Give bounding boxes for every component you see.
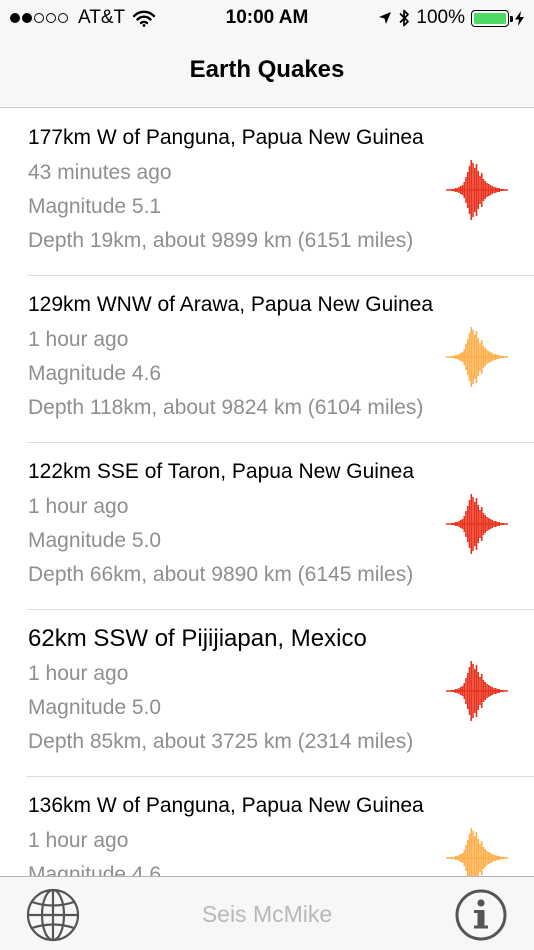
- battery-icon: [471, 9, 513, 27]
- info-icon[interactable]: [453, 887, 509, 943]
- quake-row[interactable]: 129km WNW of Arawa, Papua New Guinea 1 h…: [0, 276, 534, 443]
- battery-tip: [510, 15, 513, 22]
- bluetooth-icon: [399, 9, 410, 27]
- quake-time: 43 minutes ago: [28, 161, 172, 184]
- quake-row[interactable]: 122km SSE of Taron, Papua New Guinea 1 h…: [0, 443, 534, 610]
- quake-time: 1 hour ago: [28, 829, 129, 852]
- quake-row[interactable]: 177km W of Panguna, Papua New Guinea 43 …: [0, 109, 534, 276]
- seismograph-icon: [446, 661, 508, 721]
- seismograph-icon: [446, 494, 508, 554]
- quake-depth: Depth 85km, about 3725 km (2314 miles): [28, 730, 414, 753]
- page-title: Earth Quakes: [189, 56, 345, 83]
- quake-magnitude: Magnitude 5.0: [28, 696, 162, 719]
- seismograph-icon: [446, 160, 508, 220]
- battery-level: [474, 12, 506, 24]
- quake-magnitude: Magnitude 4.6: [28, 863, 162, 876]
- location-arrow-icon: [379, 12, 392, 24]
- quake-title: 122km SSE of Taron, Papua New Guinea: [28, 460, 415, 483]
- quake-title: 136km W of Panguna, Papua New Guinea: [28, 794, 424, 817]
- quake-depth: Depth 118km, about 9824 km (6104 miles): [28, 396, 424, 419]
- charging-bolt-icon: [515, 10, 524, 26]
- quake-magnitude: Magnitude 5.0: [28, 529, 162, 552]
- seismograph-icon: [446, 327, 508, 387]
- quake-list[interactable]: 177km W of Panguna, Papua New Guinea 43 …: [0, 109, 534, 876]
- battery-percent: 100%: [416, 7, 465, 28]
- quake-time: 1 hour ago: [28, 495, 129, 518]
- navigation-bar: Earth Quakes: [0, 36, 534, 108]
- quake-magnitude: Magnitude 5.1: [28, 195, 162, 218]
- quake-magnitude: Magnitude 4.6: [28, 362, 162, 385]
- quake-depth: Depth 66km, about 9890 km (6145 miles): [28, 563, 414, 586]
- quake-title: 177km W of Panguna, Papua New Guinea: [28, 126, 424, 149]
- status-right: 100%: [372, 7, 524, 29]
- status-bar: AT&T 10:00 AM 100%: [0, 0, 534, 36]
- quake-row[interactable]: 136km W of Panguna, Papua New Guinea 1 h…: [0, 777, 534, 876]
- quake-depth: Depth 19km, about 9899 km (6151 miles): [28, 229, 414, 252]
- quake-time: 1 hour ago: [28, 662, 129, 685]
- tab-bar: Seis McMike: [0, 876, 534, 950]
- quake-row[interactable]: 62km SSW of Pijijiapan, Mexico 1 hour ag…: [0, 610, 534, 777]
- quake-time: 1 hour ago: [28, 328, 129, 351]
- quake-title: 62km SSW of Pijijiapan, Mexico: [28, 625, 367, 652]
- quake-title: 129km WNW of Arawa, Papua New Guinea: [28, 293, 434, 316]
- seismograph-icon: [446, 828, 508, 876]
